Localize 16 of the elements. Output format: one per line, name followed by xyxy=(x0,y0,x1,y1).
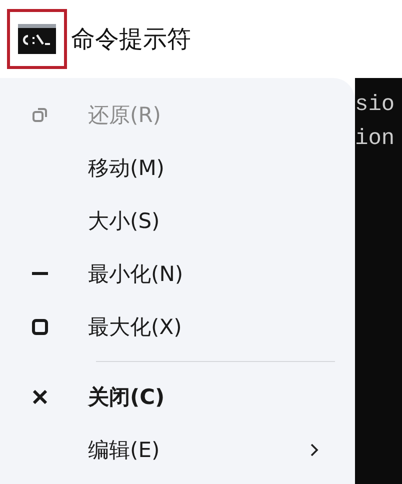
menu-item[interactable]: 最小化(N) xyxy=(0,247,355,300)
menu-item[interactable]: 关闭(C) xyxy=(0,370,355,423)
restore-icon xyxy=(32,106,48,122)
menu-item[interactable]: 移动(M) xyxy=(0,141,355,194)
menu-item[interactable]: 编辑(E) xyxy=(0,423,355,476)
app-icon-highlight[interactable] xyxy=(7,9,67,69)
menu-item[interactable]: 最大化(X) xyxy=(0,300,355,353)
terminal-icon xyxy=(18,24,56,54)
close-icon xyxy=(33,390,47,404)
maximize-icon xyxy=(32,318,48,334)
window-title: 命令提示符 xyxy=(71,24,191,55)
chevron-right-icon xyxy=(310,442,319,456)
console-text: ion xyxy=(355,125,396,153)
menu-item[interactable]: 大小(S) xyxy=(0,194,355,247)
console-text: sio xyxy=(355,91,396,119)
minimize-icon xyxy=(32,272,48,276)
